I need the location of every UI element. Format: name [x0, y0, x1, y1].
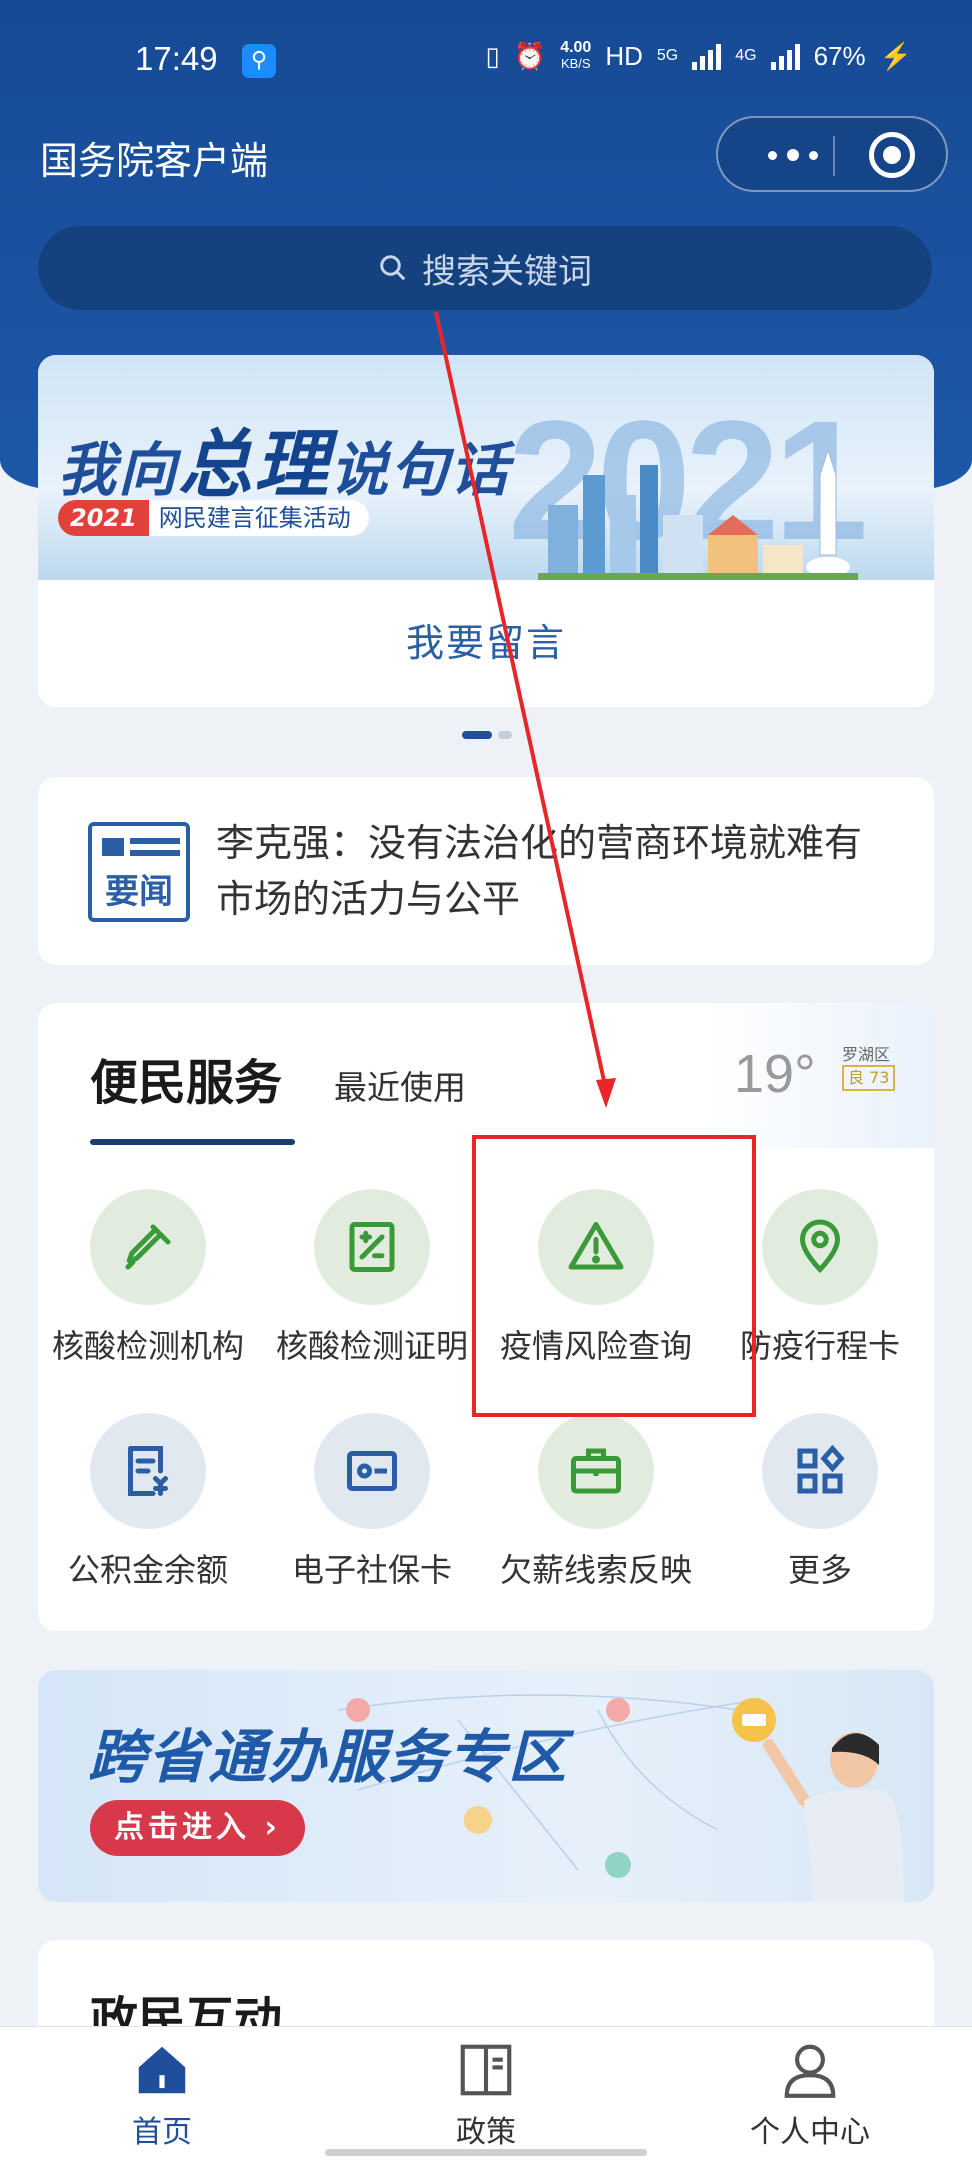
- capsule-divider: [833, 136, 835, 176]
- charging-icon: ⚡: [879, 40, 912, 71]
- search-icon: [380, 255, 406, 281]
- status-bar: 17:49 ⚲ ▯ ⏰ 4.00 KB/S HD 5G 4G 67% ⚡: [0, 0, 972, 120]
- weather-temperature: 19°: [734, 1044, 816, 1104]
- net-4g: 4G: [735, 47, 757, 64]
- leave-message-link[interactable]: 我要留言: [38, 580, 934, 707]
- location-pin-icon: [799, 1219, 841, 1274]
- tab-policy[interactable]: 政策: [386, 2039, 586, 2151]
- banner-tag: 2021 网民建言征集活动: [58, 500, 369, 536]
- tab-recently-used[interactable]: 最近使用: [334, 1061, 466, 1109]
- book-icon: [460, 2044, 512, 2096]
- grid-more-icon: [797, 1444, 845, 1494]
- service-item-more[interactable]: 更多: [710, 1413, 930, 1591]
- status-indicators: ▯ ⏰ 4.00 KB/S HD 5G 4G 67% ⚡: [486, 40, 913, 72]
- app-title: 国务院客户端: [40, 139, 269, 183]
- presenter-illustration: [732, 1698, 904, 1902]
- net-5g: 5G: [656, 47, 679, 64]
- status-time: 17:49: [135, 40, 218, 77]
- test-certificate-icon: [349, 1222, 395, 1272]
- alarm-icon: ⏰: [513, 40, 547, 71]
- signal-icon-2: [770, 42, 800, 70]
- news-headline[interactable]: 李克强：没有法治化的营商环境就难有市场的活力与公平: [216, 815, 896, 927]
- service-item-wage-arrears[interactable]: 欠薪线索反映: [486, 1413, 706, 1591]
- fund-document-icon: [128, 1446, 168, 1496]
- weather-area: 罗湖区: [842, 1045, 891, 1064]
- dropper-icon: [125, 1224, 171, 1270]
- tab-convenience-services[interactable]: 便民服务: [90, 1043, 282, 1113]
- search-bar[interactable]: 搜索关键词: [38, 226, 932, 310]
- tab-active-underline: [90, 1139, 295, 1145]
- home-indicator: [325, 2149, 647, 2156]
- banner-title: 我向总理说句话: [58, 422, 511, 508]
- service-item-social-security-card[interactable]: 电子社保卡: [262, 1413, 482, 1591]
- tab-home[interactable]: 首页: [62, 2039, 262, 2151]
- campaign-banner[interactable]: 2021 我向总理说句话 2021 网民建言征集活动 我要留言: [38, 355, 934, 707]
- briefcase-icon: [571, 1448, 621, 1494]
- tab-personal-center[interactable]: 个人中心: [710, 2039, 910, 2151]
- enter-button[interactable]: 点击进入 ›: [90, 1800, 305, 1856]
- id-card-icon: [347, 1451, 397, 1491]
- hd-indicator: HD: [605, 40, 643, 71]
- service-item-test-institutions[interactable]: 核酸检测机构: [38, 1189, 258, 1367]
- network-speed: 4.00 KB/S: [560, 39, 592, 72]
- signal-icon: [692, 42, 722, 70]
- user-icon: [784, 2044, 836, 2098]
- banner-image[interactable]: 2021 我向总理说句话 2021 网民建言征集活动: [38, 355, 934, 580]
- air-quality-badge: 良 73: [842, 1065, 896, 1091]
- carousel-indicator: [462, 731, 512, 739]
- close-target-icon[interactable]: [869, 132, 915, 178]
- news-icon: 要闻: [88, 822, 190, 922]
- usb-icon: ⚲: [242, 44, 276, 78]
- home-icon: [138, 2046, 186, 2094]
- cross-province-banner[interactable]: 跨省通办服务专区 点击进入 ›: [38, 1670, 934, 1902]
- cross-province-title: 跨省通办服务专区: [88, 1723, 569, 1791]
- highlight-box: [472, 1135, 756, 1417]
- service-item-housing-fund[interactable]: 公积金余额: [38, 1413, 258, 1591]
- service-item-test-certificate[interactable]: 核酸检测证明: [262, 1189, 482, 1367]
- miniprogram-capsule: [716, 116, 948, 192]
- city-illustration: [538, 448, 858, 580]
- bottom-tab-bar: 首页 政策 个人中心: [0, 2026, 972, 2160]
- news-card[interactable]: 要闻 李克强：没有法治化的营商环境就难有市场的活力与公平: [38, 777, 934, 965]
- more-menu-icon[interactable]: [748, 136, 838, 174]
- weather-widget[interactable]: 19° 罗湖区 良 73: [704, 1003, 934, 1148]
- vibrate-icon: ▯: [485, 40, 500, 71]
- battery-level: 67%: [813, 40, 866, 71]
- search-placeholder: 搜索关键词: [422, 251, 592, 292]
